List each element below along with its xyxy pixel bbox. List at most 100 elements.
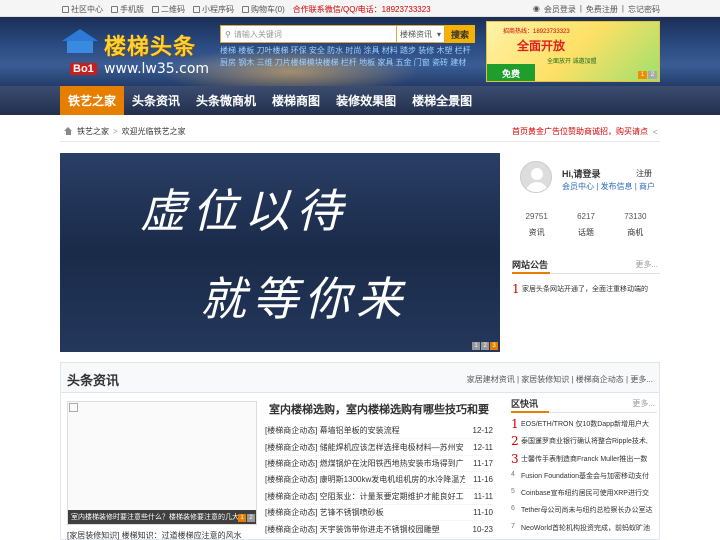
header-ad-banner[interactable]: 招商热线：18923733323 全面开放 全面放开 诚邀加盟 免费 1 2 <box>486 21 660 82</box>
section-title: 头条资讯 <box>67 373 120 388</box>
section-header: 头条资讯 家居建材资讯 | 家居装修知识 | 楼梯商企动态 | 更多... <box>61 363 659 393</box>
user-register-link[interactable]: 注册 <box>636 168 652 179</box>
list-item[interactable]: 1 家居头条网站开通了，全面注重移动端的 <box>512 283 660 295</box>
featured-pager: 1 2 <box>238 514 255 522</box>
main-headline[interactable]: 室内楼梯选购，室内楼梯选购有哪些技巧和要 <box>265 401 493 417</box>
top-bar: 社区中心 手机版 二维码 小程序码 购物车(0) 合作联系微信/QQ/电话：18… <box>0 0 720 17</box>
nav-item-micro-business[interactable]: 头条微商机 <box>188 86 264 115</box>
table-row[interactable]: [楼梯商企动态] 空阻泵业：计量泵要定期维护才能良好工 11-11 <box>265 489 493 505</box>
community-link[interactable]: 社区中心 <box>62 4 103 15</box>
featured-page-1[interactable]: 1 <box>238 514 246 522</box>
list-item[interactable]: 3 士馨传手表制造商Franck Muller推出一数 <box>511 454 657 471</box>
qrcode-link[interactable]: 二维码 <box>152 4 185 15</box>
hero-slider[interactable]: 虚位以待 就等你来 1 2 3 <box>60 153 500 352</box>
announcement-more-link[interactable]: 更多... <box>635 259 658 270</box>
avatar[interactable] <box>520 161 552 193</box>
home-icon <box>62 6 69 13</box>
mini-program-link[interactable]: 小程序码 <box>193 4 234 15</box>
featured-page-2[interactable]: 2 <box>247 514 255 522</box>
login-link[interactable]: 会员登录 <box>544 4 576 15</box>
featured-caption: 室内楼梯装修时要注意些什么？楼梯装修要注意的几大 <box>68 510 256 524</box>
ad-pager: 1 2 <box>638 71 657 79</box>
forgot-password-link[interactable]: 忘记密码 <box>628 4 660 15</box>
divider: | <box>579 4 582 13</box>
header-banner: Bo1 楼梯头条 www.lw35.com ⚲ 请输入关键词 楼梯资讯 ▾ 搜索 楼… <box>0 17 720 86</box>
broken-image-icon <box>69 403 78 412</box>
ad-headline: 全面开放 <box>517 39 566 53</box>
cart-link[interactable]: 购物车(0) <box>242 4 285 15</box>
table-row[interactable]: [楼梯商企动态] 艺锋不锈钢喷砂板 11-10 <box>265 505 493 522</box>
ad-page-2[interactable]: 2 <box>648 71 657 79</box>
section-categories[interactable]: 家居建材资讯 | 家居装修知识 | 楼梯商企动态 | 更多... <box>467 374 653 385</box>
nav-item-headlines[interactable]: 头条资讯 <box>124 86 188 115</box>
ad-hotline: 招商热线：18923733323 <box>503 29 570 35</box>
user-links[interactable]: 会员中心 | 发布信息 | 商户 <box>562 181 655 192</box>
phone-icon <box>111 6 118 13</box>
nav-item-panorama[interactable]: 楼梯全景图 <box>404 86 480 115</box>
share-icon[interactable]: < <box>653 127 658 137</box>
list-item[interactable]: 5 Coinbase宣布纽约居民可使用XRP进行交 <box>511 488 657 505</box>
nav-item-stair-images[interactable]: 楼梯商图 <box>264 86 328 115</box>
table-row[interactable]: [楼梯商企动态] 燃煤锅炉在沈阳铁西地热安装市场得到广 11-17 <box>265 456 493 473</box>
search-input[interactable]: ⚲ 请输入关键词 <box>220 25 397 43</box>
flash-news-more-link[interactable]: 更多... <box>632 398 655 409</box>
ad-free-badge: 免费 <box>487 64 535 81</box>
search-type-select[interactable]: 楼梯资讯 ▾ <box>397 25 445 43</box>
ad-notice-link[interactable]: 首页黄金广告位赞助商诚招，购买请点 <box>512 126 648 137</box>
main-nav: 铁艺之家 头条资讯 头条微商机 楼梯商图 装修效果图 楼梯全景图 <box>0 86 720 115</box>
featured-bottom-link[interactable]: [家居装修知识] 楼梯知识：过道楼梯应注意的风水 <box>67 530 242 540</box>
table-row[interactable]: [楼梯商企动态] 康明斯1300kw发电机组机房的水冷降温方 11-16 <box>265 472 493 489</box>
stat-topics[interactable]: 6217 话题 <box>561 212 610 248</box>
table-row[interactable]: [楼梯商企动态] 储能焊机应该怎样选择电极材料—苏州安 12-11 <box>265 439 493 456</box>
chevron-down-icon: ▾ <box>436 29 441 39</box>
logo-url: www.lw35.com <box>104 61 210 77</box>
table-row[interactable]: [楼梯商企动态] 天宇装饰带你进走不锈钢校园雕塑 10-23 <box>265 521 493 538</box>
breadcrumb-current: 欢迎光临铁艺之家 <box>121 127 186 136</box>
nav-item-decoration[interactable]: 装修效果图 <box>328 86 404 115</box>
login-greeting[interactable]: Hi,请登录 <box>562 167 601 180</box>
top-bar-left: 社区中心 手机版 二维码 小程序码 购物车(0) 合作联系微信/QQ/电话：18… <box>62 4 431 15</box>
contact-text: 合作联系微信/QQ/电话：18923733323 <box>292 5 431 14</box>
slider-page-2[interactable]: 2 <box>481 342 489 350</box>
slider-line-2: 就等你来 <box>200 272 408 326</box>
logo-badge: Bo1 <box>70 63 97 75</box>
search-button[interactable]: 搜索 <box>445 25 475 43</box>
list-item[interactable]: 6 Tether母公司尚未与纽约总检察长办公室达 <box>511 505 657 522</box>
list-item[interactable]: 1 EOS/ETH/TRON 仅10数Dapp新增用户大 <box>511 419 657 436</box>
qrcode-icon <box>152 6 159 13</box>
search-icon: ⚲ <box>225 29 231 39</box>
ad-subline: 全面放开 诚邀加盟 <box>547 59 597 65</box>
breadcrumb: 铁艺之家 > 欢迎光临铁艺之家 首页黄金广告位赞助商诚招，购买请点 < <box>60 122 660 142</box>
headline-news-section: 头条资讯 家居建材资讯 | 家居装修知识 | 楼梯商企动态 | 更多... 室内… <box>60 362 660 540</box>
divider: | <box>621 4 624 13</box>
announcement-box: 网站公告 更多... 1 家居头条网站开通了，全面注重移动端的 <box>512 256 660 352</box>
list-item[interactable]: 7 NeoWorld首轮机构投资完成，前蚂蚁旷池 <box>511 523 657 540</box>
register-link[interactable]: 免费注册 <box>586 4 618 15</box>
news-list: 室内楼梯选购，室内楼梯选购有哪些技巧和要 [楼梯商企动态] 幕墙铝单板的安装流程… <box>265 401 493 538</box>
mobile-link[interactable]: 手机版 <box>111 4 144 15</box>
nav-item-iron-art[interactable]: 铁艺之家 <box>60 86 125 115</box>
breadcrumb-home[interactable]: 铁艺之家 <box>77 126 109 137</box>
flash-news-box: 区快讯 更多... 1 EOS/ETH/TRON 仅10数Dapp新增用户大 2泰… <box>511 395 657 540</box>
list-item[interactable]: 4 Fusion Foundation基金会与加密移动支付 <box>511 471 657 488</box>
featured-image[interactable]: 室内楼梯装修时要注意些什么？楼梯装修要注意的几大 1 2 <box>67 401 257 525</box>
slider-line-1: 虚位以待 <box>140 184 348 238</box>
breadcrumb-separator: > <box>113 127 118 136</box>
top-bar-right: ◉ 会员登录 | 免费注册 | 忘记密码 <box>533 4 660 15</box>
site-logo[interactable]: Bo1 楼梯头条 www.lw35.com <box>60 25 209 80</box>
ad-page-1[interactable]: 1 <box>638 71 647 79</box>
stat-business[interactable]: 73130 商机 <box>611 212 660 248</box>
flash-news-title: 区快讯 更多... <box>511 395 657 413</box>
list-item[interactable]: 2 泰国暹罗商业银行确认将整合Ripple技术, <box>511 436 657 453</box>
cart-icon <box>242 6 249 13</box>
stat-news[interactable]: 29751 资讯 <box>512 212 561 248</box>
home-icon <box>64 127 73 136</box>
slider-pager: 1 2 3 <box>472 342 498 350</box>
slider-page-1[interactable]: 1 <box>472 342 480 350</box>
slider-page-3[interactable]: 3 <box>490 342 498 350</box>
house-logo-icon: Bo1 <box>60 29 100 75</box>
mini-program-icon <box>193 6 200 13</box>
user-icon: ◉ <box>532 4 540 13</box>
hot-keywords[interactable]: 楼梯 楼板 刀叶楼梯 环保 安全 防水 时尚 涂具 材料 踏步 装修 木塑 栏杆… <box>220 45 475 69</box>
table-row[interactable]: [楼梯商企动态] 幕墙铝单板的安装流程 12-12 <box>265 423 493 440</box>
